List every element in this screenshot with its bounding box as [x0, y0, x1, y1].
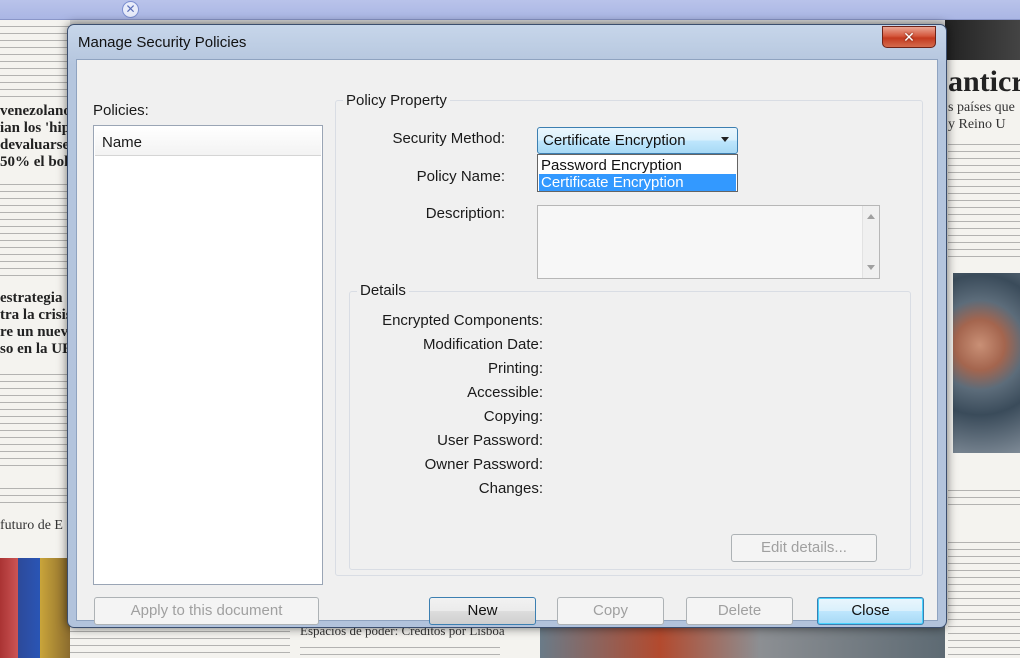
title-bar[interactable]: Manage Security Policies ✕ [68, 25, 946, 59]
photo [945, 20, 1020, 60]
headline: re un nuevo [0, 324, 70, 340]
detail-printing-label: Printing: [487, 360, 543, 377]
tab-close-icon[interactable]: ✕ [122, 1, 139, 18]
security-method-select[interactable]: Certificate Encryption [537, 127, 738, 154]
headline: ian los 'hiper [0, 120, 70, 136]
scroll-down-icon[interactable] [867, 265, 875, 270]
headline: futuro de E [0, 518, 63, 533]
detail-encrypted-components-label: Encrypted Components: [382, 312, 543, 329]
headline: s países que [948, 100, 1015, 115]
description-scrollbar[interactable] [862, 206, 879, 278]
scroll-up-icon[interactable] [867, 214, 875, 219]
detail-user-password-label: User Password: [437, 432, 543, 449]
apply-to-document-button[interactable]: Apply to this document [94, 597, 319, 625]
close-button[interactable]: Close [817, 597, 924, 625]
photo [540, 625, 945, 658]
security-method-dropdown-list: Password Encryption Certificate Encrypti… [537, 154, 738, 192]
detail-changes-label: Changes: [478, 480, 543, 497]
details-title: Details [357, 282, 409, 299]
browser-tab-strip [0, 0, 1020, 20]
headline: tra la crisis [0, 307, 70, 323]
close-icon[interactable]: ✕ [882, 26, 936, 48]
dialog-body: Policies: Name Policy Property Security … [76, 59, 938, 625]
headline: anticris [948, 65, 1020, 98]
delete-button[interactable]: Delete [686, 597, 793, 625]
newspaper-bottom: Espacios de poder: Créditos por Lisboa [70, 625, 945, 658]
description-label: Description: [425, 205, 505, 222]
newspaper-left: venezolanos ian los 'hiper devaluarse 50… [0, 20, 70, 480]
newspaper-right-lower [945, 480, 1020, 658]
headline: venezolanos [0, 103, 70, 119]
details-group [349, 291, 911, 570]
manage-security-policies-dialog: Manage Security Policies ✕ Policies: Nam… [67, 24, 947, 628]
newspaper-left-lower: futuro de E [0, 480, 70, 658]
newspaper-right: anticris s países que y Reino U [945, 20, 1020, 480]
option-password-encryption[interactable]: Password Encryption [539, 157, 736, 174]
copy-button[interactable]: Copy [557, 597, 664, 625]
security-method-value: Certificate Encryption [543, 132, 686, 149]
chevron-down-icon [721, 137, 729, 142]
headline: estrategia [0, 290, 63, 306]
edit-details-button[interactable]: Edit details... [731, 534, 877, 562]
description-field[interactable] [537, 205, 880, 279]
policies-label: Policies: [93, 102, 149, 119]
flag-photo [0, 558, 70, 658]
news-photo [953, 273, 1020, 453]
list-column-header-name[interactable]: Name [95, 127, 321, 156]
dialog-title: Manage Security Policies [78, 34, 247, 51]
headline: devaluarse [0, 137, 70, 153]
security-method-label: Security Method: [392, 130, 505, 147]
detail-copying-label: Copying: [483, 408, 543, 425]
new-button[interactable]: New [429, 597, 536, 625]
headline: 50% el boliva [0, 154, 70, 170]
headline: y Reino U [948, 117, 1006, 132]
policy-name-label: Policy Name: [416, 168, 505, 185]
detail-modification-date-label: Modification Date: [422, 336, 543, 353]
detail-owner-password-label: Owner Password: [424, 456, 543, 473]
policy-property-title: Policy Property [343, 92, 450, 109]
headline: so en la UE [0, 341, 70, 357]
policies-list[interactable]: Name [93, 125, 323, 585]
detail-accessible-label: Accessible: [467, 384, 543, 401]
option-certificate-encryption[interactable]: Certificate Encryption [539, 174, 736, 191]
